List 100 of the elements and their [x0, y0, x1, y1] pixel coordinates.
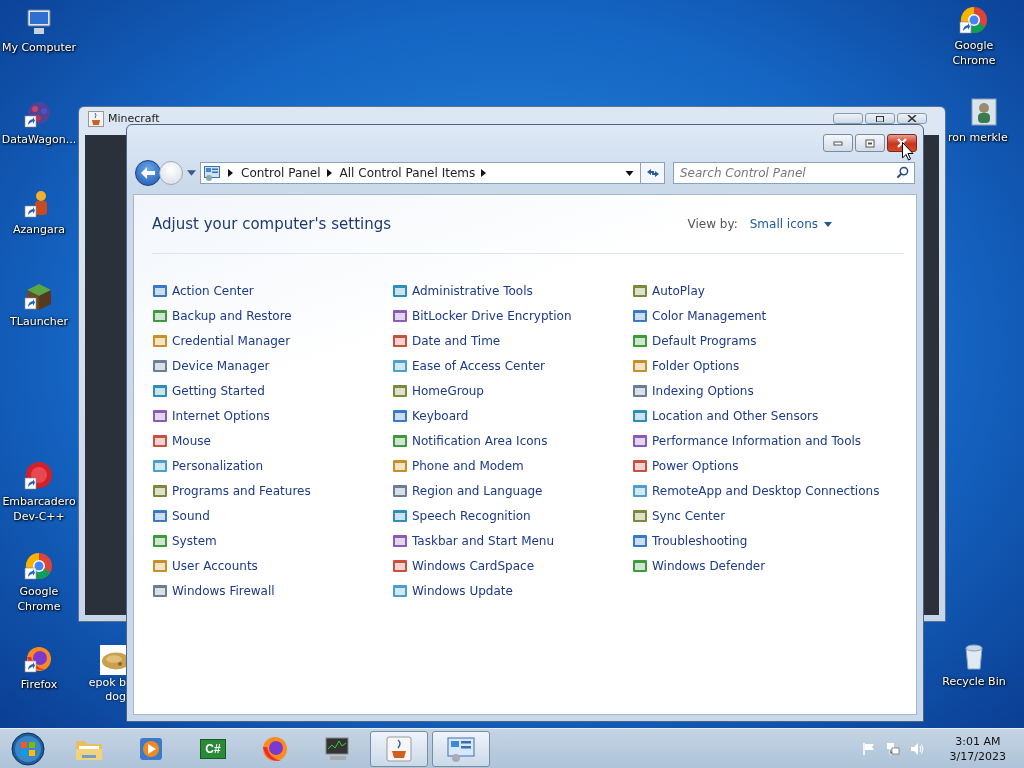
- address-bar[interactable]: Control Panel All Control Panel Items: [200, 162, 641, 184]
- control-panel-item[interactable]: Administrative Tools: [392, 282, 533, 300]
- minimize-button[interactable]: [823, 134, 853, 152]
- control-panel-item[interactable]: System: [152, 532, 217, 550]
- monitor-icon: [322, 734, 352, 763]
- caret-icon: [824, 221, 832, 227]
- control-panel-item[interactable]: Notification Area Icons: [392, 432, 548, 450]
- window-icon: [392, 408, 408, 424]
- control-panel-item[interactable]: Indexing Options: [632, 382, 754, 400]
- window-icon: [392, 433, 408, 449]
- control-panel-item[interactable]: Backup and Restore: [152, 307, 292, 325]
- window-icon: [152, 533, 168, 549]
- taskbar-button[interactable]: [370, 730, 428, 767]
- close-button[interactable]: [897, 113, 927, 124]
- clock-time[interactable]: 3:01 AM: [955, 733, 1001, 749]
- chevron-icon[interactable]: [228, 169, 233, 177]
- window-icon: [632, 283, 648, 299]
- control-panel-item[interactable]: RemoteApp and Desktop Connections: [632, 482, 880, 500]
- desktop-icon-label[interactable]: Google Chrome: [0, 584, 78, 614]
- control-panel-item[interactable]: Programs and Features: [152, 482, 311, 500]
- code-icon: C#: [200, 738, 226, 759]
- control-panel-item[interactable]: Date and Time: [392, 332, 501, 350]
- control-panel-item[interactable]: Power Options: [632, 457, 739, 475]
- dropdown-icon[interactable]: [625, 170, 634, 176]
- desktop-icon-label[interactable]: TLauncher: [10, 314, 68, 329]
- window-icon: [632, 333, 648, 349]
- control-panel-item[interactable]: Location and Other Sensors: [632, 407, 819, 425]
- browser-icon[interactable]: [23, 550, 55, 582]
- control-panel-item[interactable]: Credential Manager: [152, 332, 291, 350]
- window-icon: [392, 283, 408, 299]
- control-panel-item[interactable]: Mouse: [152, 432, 211, 450]
- control-panel-item[interactable]: Folder Options: [632, 357, 740, 375]
- maximize-button[interactable]: [865, 113, 895, 124]
- person-icon[interactable]: [968, 96, 1000, 128]
- control-panel-item[interactable]: Phone and Modem: [392, 457, 524, 475]
- control-panel-item[interactable]: Sound: [152, 507, 210, 525]
- start-button[interactable]: [10, 730, 46, 767]
- control-panel-item[interactable]: User Accounts: [152, 557, 258, 575]
- control-panel-item[interactable]: Personalization: [152, 457, 263, 475]
- window-icon: [392, 508, 408, 524]
- caret-icon[interactable]: [187, 170, 196, 176]
- control-panel-item[interactable]: Default Programs: [632, 332, 757, 350]
- control-panel-item[interactable]: Windows Update: [392, 582, 513, 600]
- control-panel-item[interactable]: HomeGroup: [392, 382, 484, 400]
- control-panel-item[interactable]: Speech Recognition: [392, 507, 531, 525]
- control-panel-item[interactable]: Getting Started: [152, 382, 265, 400]
- window-icon: [632, 383, 648, 399]
- desktop-icon-label[interactable]: Embarcadero Dev-C++: [0, 494, 78, 524]
- control-panel-item[interactable]: BitLocker Drive Encryption: [392, 307, 572, 325]
- control-panel-item[interactable]: Windows CardSpace: [392, 557, 535, 575]
- control-panel-icon: [446, 734, 476, 763]
- fox-browser-icon: [260, 734, 290, 763]
- browser-icon[interactable]: [958, 4, 990, 36]
- control-panel-item[interactable]: Troubleshooting: [632, 532, 748, 550]
- control-panel-item[interactable]: Region and Language: [392, 482, 543, 500]
- search-icon[interactable]: [896, 166, 909, 179]
- control-panel-item[interactable]: AutoPlay: [632, 282, 705, 300]
- control-panel-item[interactable]: Taskbar and Start Menu: [392, 532, 555, 550]
- control-panel-item[interactable]: Windows Firewall: [152, 582, 275, 600]
- control-panel-item[interactable]: Sync Center: [632, 507, 726, 525]
- control-panel-item[interactable]: Performance Information and Tools: [632, 432, 862, 450]
- breadcrumb[interactable]: Control Panel: [241, 166, 321, 180]
- desktop-icon-label[interactable]: epok b dog: [88, 676, 126, 704]
- refresh-button[interactable]: [641, 162, 665, 184]
- app-logo-icon[interactable]: [23, 460, 55, 492]
- desktop-icon-label[interactable]: ron merkle: [948, 130, 1008, 145]
- chevron-icon[interactable]: [326, 169, 332, 177]
- control-panel-item[interactable]: Windows Defender: [632, 557, 766, 575]
- window-icon: [392, 333, 408, 349]
- control-panel-item[interactable]: Keyboard: [392, 407, 469, 425]
- taskbar-button[interactable]: C#: [184, 730, 242, 767]
- window-icon: [632, 533, 648, 549]
- desktop-icon-label[interactable]: DataWagon...: [1, 132, 77, 147]
- chevron-icon[interactable]: [481, 169, 487, 177]
- clock-date[interactable]: 3/17/2023: [949, 748, 1006, 764]
- back-button[interactable]: [135, 160, 161, 186]
- control-panel-item[interactable]: Ease of Access Center: [392, 357, 546, 375]
- window-icon: [632, 433, 648, 449]
- control-panel-icon: [204, 165, 220, 181]
- desktop-icon-label[interactable]: Recycle Bin: [942, 674, 1006, 689]
- cup-icon: [88, 111, 104, 127]
- window-icon: [152, 483, 168, 499]
- desktop-icon-label[interactable]: My Computer: [1, 40, 77, 55]
- window-icon: [152, 383, 168, 399]
- desktop-icon-label[interactable]: Google Chrome: [935, 38, 1013, 68]
- desktop-icon-label[interactable]: Firefox: [20, 677, 58, 692]
- window-icon: [392, 533, 408, 549]
- view-by-link[interactable]: Small icons: [749, 217, 832, 231]
- control-panel-item[interactable]: Action Center: [152, 282, 254, 300]
- window-icon: [152, 508, 168, 524]
- control-panel-item[interactable]: Device Manager: [152, 357, 270, 375]
- control-panel-item[interactable]: Internet Options: [152, 407, 270, 425]
- window-icon: [392, 558, 408, 574]
- page-heading: Adjust your computer's settings: [152, 215, 392, 233]
- desktop-icon-label[interactable]: Azangara: [13, 222, 65, 237]
- breadcrumb[interactable]: All Control Panel Items: [339, 166, 476, 180]
- search-field[interactable]: Search Control Panel: [673, 162, 915, 184]
- network-icon[interactable]: [885, 741, 900, 756]
- close-button[interactable]: [887, 134, 917, 152]
- control-panel-item[interactable]: Color Management: [632, 307, 767, 325]
